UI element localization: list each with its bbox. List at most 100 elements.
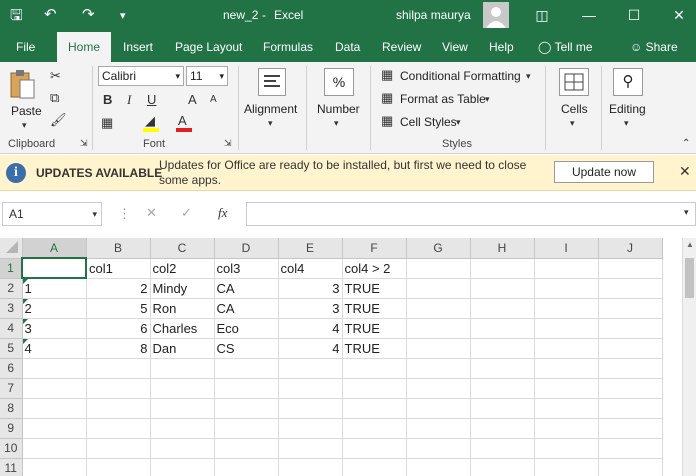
cell-e6[interactable] [278,358,343,379]
cell-a7[interactable] [22,378,87,399]
row-header-3[interactable]: 3 [0,298,23,319]
cell-i3[interactable] [534,298,599,319]
cell-b1[interactable]: col1 [86,258,151,279]
save-icon[interactable]: 🖫 [10,5,23,30]
cell-c6[interactable] [150,358,215,379]
cell-e4[interactable]: 4 [278,318,343,339]
tab-file[interactable]: File [8,32,43,62]
cell-f1[interactable]: col4 > 2 [342,258,407,279]
row-header-2[interactable]: 2 [0,278,23,299]
column-header-d[interactable]: D [214,238,279,259]
row-header-11[interactable]: 11 [0,458,23,476]
cell-d5[interactable]: CS [214,338,279,359]
cell-h8[interactable] [470,398,535,419]
font-size-select[interactable]: 11 ▾ [186,66,228,86]
cell-j7[interactable] [598,378,663,399]
cell-a2[interactable]: 1 [22,278,87,299]
cell-i10[interactable] [534,438,599,459]
cell-a8[interactable] [22,398,87,419]
collapse-ribbon-icon[interactable]: ⌃ [682,138,690,149]
cell-i7[interactable] [534,378,599,399]
cell-f4[interactable]: TRUE [342,318,407,339]
tab-data[interactable]: Data [327,32,368,62]
cell-e2[interactable]: 3 [278,278,343,299]
cell-b2[interactable]: 2 [86,278,151,299]
cell-d6[interactable] [214,358,279,379]
conditional-formatting-button[interactable]: Conditional Formatting [400,69,521,83]
cell-g6[interactable] [406,358,471,379]
cell-c4[interactable]: Charles [150,318,215,339]
cell-h1[interactable] [470,258,535,279]
cell-i1[interactable] [534,258,599,279]
percent-icon[interactable]: % [324,68,354,96]
tab-formulas[interactable]: Formulas [255,32,321,62]
cell-f11[interactable] [342,458,407,476]
cell-e11[interactable] [278,458,343,476]
cell-e3[interactable]: 3 [278,298,343,319]
cell-c7[interactable] [150,378,215,399]
tab-home[interactable]: Home [57,32,111,62]
cell-c2[interactable]: Mindy [150,278,215,299]
cell-g8[interactable] [406,398,471,419]
cell-j1[interactable] [598,258,663,279]
cell-e1[interactable]: col4 [278,258,343,279]
cell-g10[interactable] [406,438,471,459]
cell-d4[interactable]: Eco [214,318,279,339]
row-header-5[interactable]: 5 [0,338,23,359]
column-header-a[interactable]: A [22,238,87,259]
column-header-g[interactable]: G [406,238,471,259]
close-icon[interactable]: ✕ [679,163,691,180]
name-box[interactable]: A1 ▾ [2,202,102,226]
expand-formula-bar-icon[interactable]: ▾ [684,207,689,218]
column-header-f[interactable]: F [342,238,407,259]
more-options-icon[interactable]: ⋮ [118,206,131,222]
cell-styles-button[interactable]: Cell Styles [400,115,457,129]
cell-g9[interactable] [406,418,471,439]
cell-b10[interactable] [86,438,151,459]
paste-dropdown-icon[interactable]: ▾ [22,120,27,131]
chevron-down-icon[interactable]: ▾ [456,117,461,128]
paste-button[interactable]: Paste [11,104,42,118]
column-header-b[interactable]: B [86,238,151,259]
cell-i6[interactable] [534,358,599,379]
paste-icon[interactable] [8,68,38,104]
cell-f6[interactable] [342,358,407,379]
cells-button[interactable]: Cells [561,102,588,116]
tell-me-search[interactable]: ◯ Tell me [530,32,601,62]
cell-j6[interactable] [598,358,663,379]
cell-g11[interactable] [406,458,471,476]
cell-d10[interactable] [214,438,279,459]
cell-a5[interactable]: 4 [22,338,87,359]
cell-b6[interactable] [86,358,151,379]
cell-f10[interactable] [342,438,407,459]
cell-a9[interactable] [22,418,87,439]
fill-color-icon[interactable]: ◢ [145,113,155,129]
row-header-1[interactable]: 1 [0,258,23,279]
undo-icon[interactable]: ↶ [44,5,57,23]
search-icon[interactable]: ⚲ [613,68,643,96]
cell-b7[interactable] [86,378,151,399]
cell-h11[interactable] [470,458,535,476]
cell-j5[interactable] [598,338,663,359]
row-header-7[interactable]: 7 [0,378,23,399]
italic-button[interactable]: I [127,92,131,108]
cell-i9[interactable] [534,418,599,439]
cell-b5[interactable]: 8 [86,338,151,359]
cell-h5[interactable] [470,338,535,359]
tab-insert[interactable]: Insert [115,32,161,62]
cell-j2[interactable] [598,278,663,299]
cell-b3[interactable]: 5 [86,298,151,319]
chevron-down-icon[interactable]: ▾ [526,71,531,82]
cell-h10[interactable] [470,438,535,459]
cells-icon[interactable] [559,68,589,96]
tab-view[interactable]: View [434,32,476,62]
avatar[interactable] [483,2,509,28]
cell-a11[interactable] [22,458,87,476]
cell-i8[interactable] [534,398,599,419]
clipboard-launcher-icon[interactable]: ⇲ [80,138,88,149]
column-header-i[interactable]: I [534,238,599,259]
format-painter-icon[interactable]: 🖌 [50,112,67,128]
cell-g7[interactable] [406,378,471,399]
ribbon-display-options-icon[interactable]: ◫ [529,4,555,26]
underline-button[interactable]: U [147,92,156,107]
